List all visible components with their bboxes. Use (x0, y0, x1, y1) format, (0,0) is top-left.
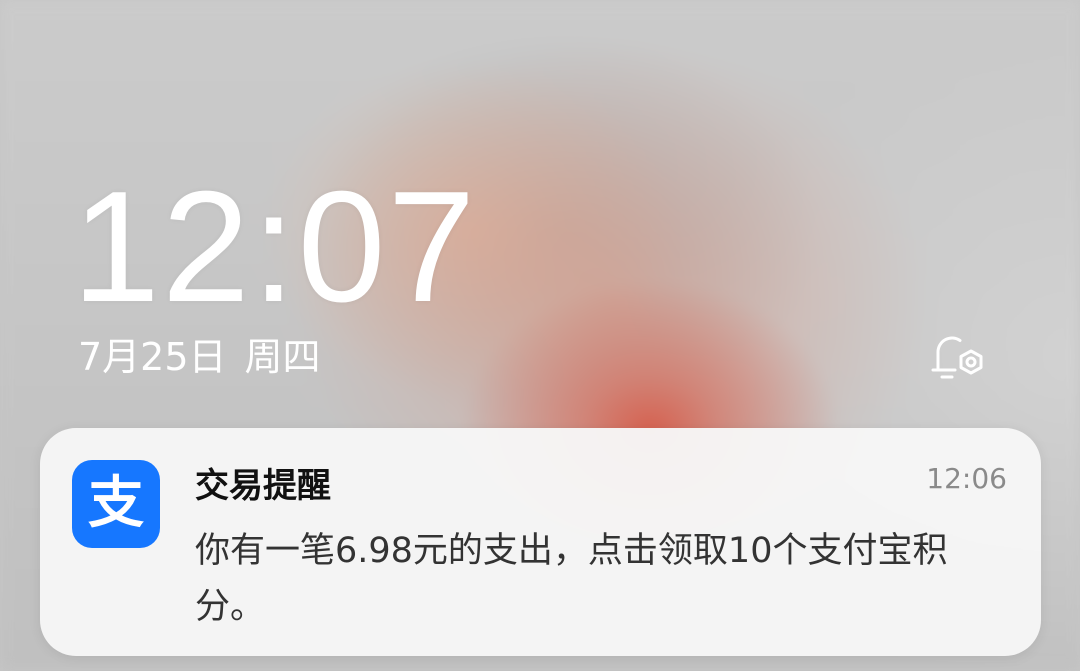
notification-body: 你有一笔6.98元的支出，点击领取10个支付宝积分。 (195, 531, 948, 627)
lockscreen-date: 7月25日 周四 (78, 338, 321, 376)
notification-settings-button[interactable] (928, 330, 992, 386)
date-text: 7月25日 (78, 335, 227, 379)
bell-gear-icon (931, 336, 983, 379)
notification-title: 交易提醒 (195, 466, 331, 506)
alipay-icon-glyph: 支 (88, 471, 144, 536)
alipay-icon: 支 (72, 460, 160, 548)
notification-card[interactable]: 支 交易提醒 12:06 你有一笔6.98元的支出，点击领取10个支付宝积分。 (40, 428, 1041, 656)
lockscreen-clock: 12:07 (72, 159, 478, 335)
notification-time: 12:06 (926, 462, 1007, 495)
weekday-text: 周四 (244, 335, 321, 379)
